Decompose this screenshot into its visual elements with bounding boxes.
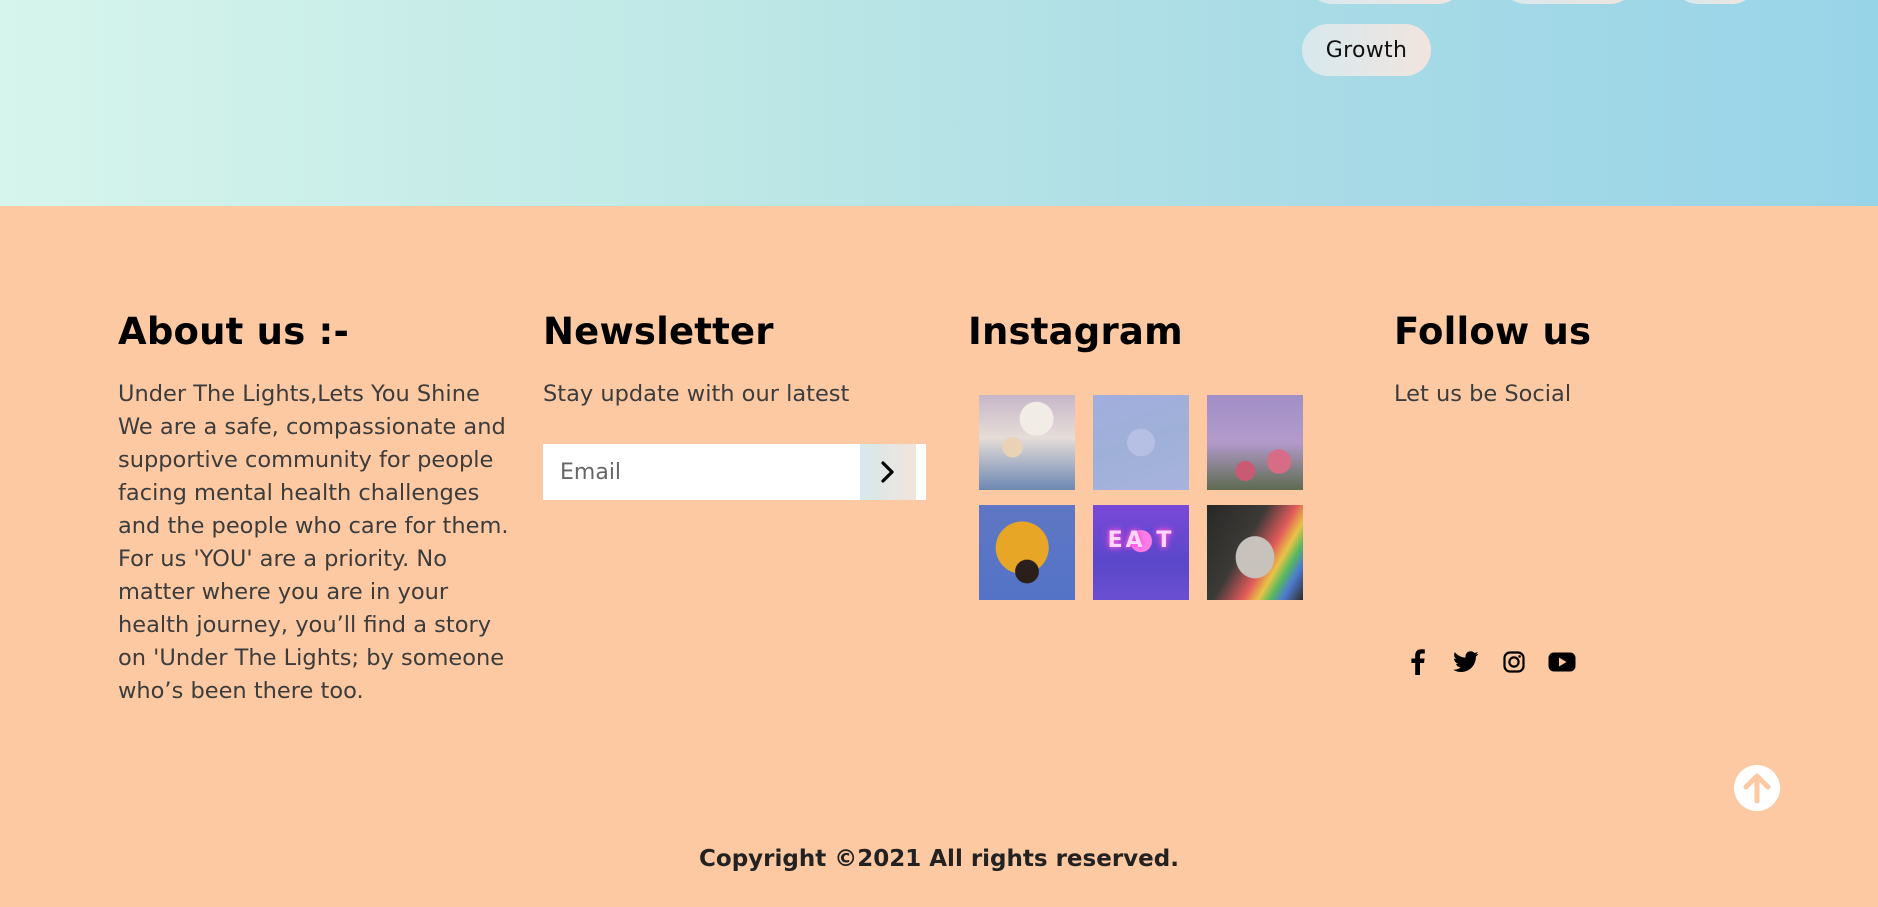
facebook-icon: [1411, 649, 1425, 675]
about-text: Under The Lights,Lets You Shine We are a…: [118, 381, 509, 704]
follow-heading: Follow us: [1394, 310, 1592, 353]
instagram-photo-1[interactable]: [979, 395, 1075, 490]
tag-pill-partial[interactable]: [1500, 0, 1636, 4]
instagram-photo-5[interactable]: EA T: [1093, 505, 1189, 600]
back-to-top-button[interactable]: [1734, 765, 1780, 811]
about-section: About us :- Under The Lights,Lets You Sh…: [118, 310, 510, 708]
site-footer: About us :- Under The Lights,Lets You Sh…: [0, 206, 1878, 907]
newsletter-text: Stay update with our latest: [543, 381, 850, 407]
email-input[interactable]: [543, 444, 860, 500]
tags-section: Growth: [0, 0, 1878, 206]
follow-text: Let us be Social: [1394, 381, 1572, 407]
instagram-link[interactable]: [1490, 642, 1538, 682]
tag-pill-growth[interactable]: Growth: [1302, 24, 1431, 76]
instagram-photo-3[interactable]: [1207, 395, 1303, 490]
facebook-link[interactable]: [1394, 642, 1442, 682]
instagram-grid: EA T: [979, 395, 1305, 601]
tag-pill-partial[interactable]: [1672, 0, 1758, 4]
instagram-icon: [1503, 651, 1525, 673]
youtube-link[interactable]: [1538, 642, 1586, 682]
newsletter-form: [543, 444, 926, 500]
follow-section: Follow us Let us be Social: [1394, 310, 1754, 411]
newsletter-section: Newsletter Stay update with our latest: [543, 310, 933, 411]
twitter-link[interactable]: [1442, 642, 1490, 682]
instagram-photo-2[interactable]: [1093, 395, 1189, 490]
twitter-icon: [1453, 651, 1479, 673]
newsletter-submit-button[interactable]: [860, 444, 916, 500]
copyright-text: Copyright ©2021 All rights reserved.: [699, 846, 1179, 872]
chevron-right-icon: [879, 461, 897, 483]
newsletter-heading: Newsletter: [543, 310, 774, 353]
arrow-up-icon: [1742, 772, 1772, 804]
tag-pill-partial[interactable]: [1306, 0, 1464, 4]
neon-sign-text: EA T: [1107, 528, 1175, 553]
instagram-section: Instagram: [968, 310, 1308, 354]
youtube-icon: [1548, 652, 1576, 672]
social-links: [1394, 642, 1586, 682]
instagram-heading: Instagram: [968, 310, 1183, 353]
instagram-photo-6[interactable]: [1207, 505, 1303, 600]
about-heading: About us :-: [118, 310, 350, 353]
instagram-photo-4[interactable]: [979, 505, 1075, 600]
